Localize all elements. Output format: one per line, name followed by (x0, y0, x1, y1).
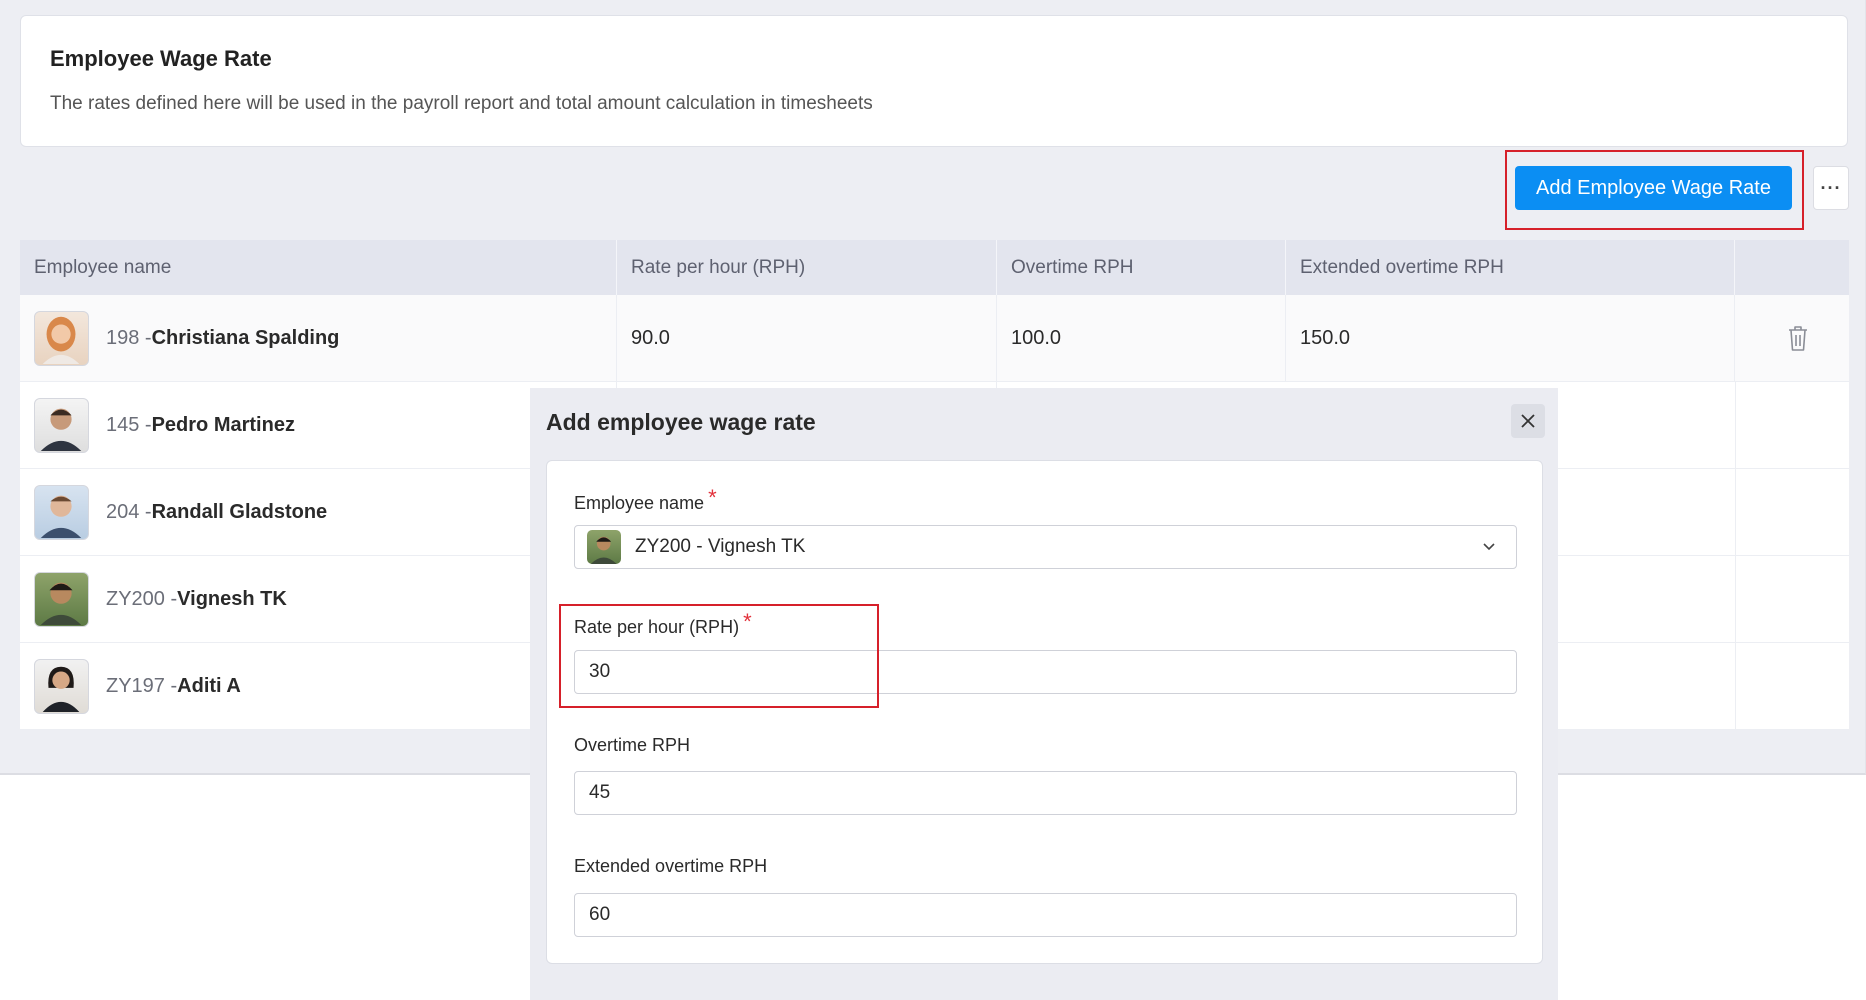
column-header-overtime-rph[interactable]: Overtime RPH (997, 240, 1286, 295)
extended-overtime-rph-label: Extended overtime RPH (574, 856, 768, 876)
employee-name: Pedro Martinez (151, 413, 295, 436)
actions-cell (1735, 556, 1849, 642)
rph-label: Rate per hour (RPH) * (574, 609, 752, 639)
dialog-title: Add employee wage rate (546, 409, 816, 435)
employee-name-selected-value: ZY200 - Vignesh TK (635, 536, 806, 557)
more-options-button[interactable]: ··· (1813, 166, 1849, 210)
table-row[interactable]: 198 - Christiana Spalding 90.0 100.0 150… (20, 295, 1849, 382)
employee-id: 145 - (106, 413, 152, 436)
column-header-extended-overtime-rph[interactable]: Extended overtime RPH (1286, 240, 1735, 295)
employee-name: Christiana Spalding (151, 326, 340, 349)
employee-name-label-text: Employee name (574, 493, 705, 513)
close-button[interactable] (1511, 404, 1545, 438)
page-description: The rates defined here will be used in t… (50, 93, 873, 114)
extended-overtime-rph-cell: 150.0 (1286, 295, 1735, 381)
overtime-rph-input[interactable]: 45 (574, 771, 1517, 815)
avatar (587, 530, 621, 564)
employee-name-select[interactable]: ZY200 - Vignesh TK (574, 525, 1517, 569)
avatar (34, 310, 89, 366)
required-marker: * (743, 609, 752, 634)
close-icon (1521, 414, 1535, 428)
column-header-employee-name[interactable]: Employee name (20, 240, 617, 295)
employee-cell: ZY197 - Aditi A (20, 643, 617, 729)
page-header-card: Employee Wage Rate The rates defined her… (20, 15, 1848, 147)
trash-icon[interactable] (1786, 324, 1810, 352)
employee-cell: ZY200 - Vignesh TK (20, 556, 617, 642)
required-marker: * (708, 485, 717, 510)
employee-id: ZY200 - (106, 587, 178, 610)
column-header-rph[interactable]: Rate per hour (RPH) (617, 240, 997, 295)
employee-id: 198 - (106, 326, 152, 349)
rph-label-text: Rate per hour (RPH) (574, 617, 740, 637)
avatar (34, 484, 89, 540)
table-header: Employee name Rate per hour (RPH) Overti… (20, 240, 1849, 295)
employee-id: ZY197 - (106, 674, 178, 697)
actions-cell (1735, 382, 1849, 468)
avatar (34, 658, 89, 714)
wage-rate-form: Employee name * ZY200 - Vignesh TK Rate p… (546, 460, 1543, 964)
avatar (34, 397, 89, 453)
employee-name-label: Employee name * (574, 485, 717, 515)
actions-cell (1735, 469, 1849, 555)
rph-input[interactable]: 30 (574, 650, 1517, 694)
extended-overtime-rph-input[interactable]: 60 (574, 893, 1517, 937)
overtime-rph-label: Overtime RPH (574, 735, 691, 755)
employee-cell: 198 - Christiana Spalding (20, 295, 617, 381)
page-title: Employee Wage Rate (50, 46, 272, 71)
avatar (34, 571, 89, 627)
add-wage-rate-dialog: Add employee wage rate Employee name * ZY… (530, 388, 1558, 1000)
employee-cell: 145 - Pedro Martinez (20, 382, 617, 468)
employee-id: 204 - (106, 500, 152, 523)
overtime-rph-cell: 100.0 (997, 295, 1286, 381)
employee-name: Vignesh TK (177, 587, 287, 610)
actions-cell (1735, 643, 1849, 729)
rph-cell: 90.0 (617, 295, 997, 381)
add-employee-wage-rate-button[interactable]: Add Employee Wage Rate (1515, 166, 1792, 210)
employee-name: Aditi A (177, 674, 241, 697)
employee-name: Randall Gladstone (151, 500, 328, 523)
chevron-down-icon (1483, 543, 1495, 551)
employee-cell: 204 - Randall Gladstone (20, 469, 617, 555)
